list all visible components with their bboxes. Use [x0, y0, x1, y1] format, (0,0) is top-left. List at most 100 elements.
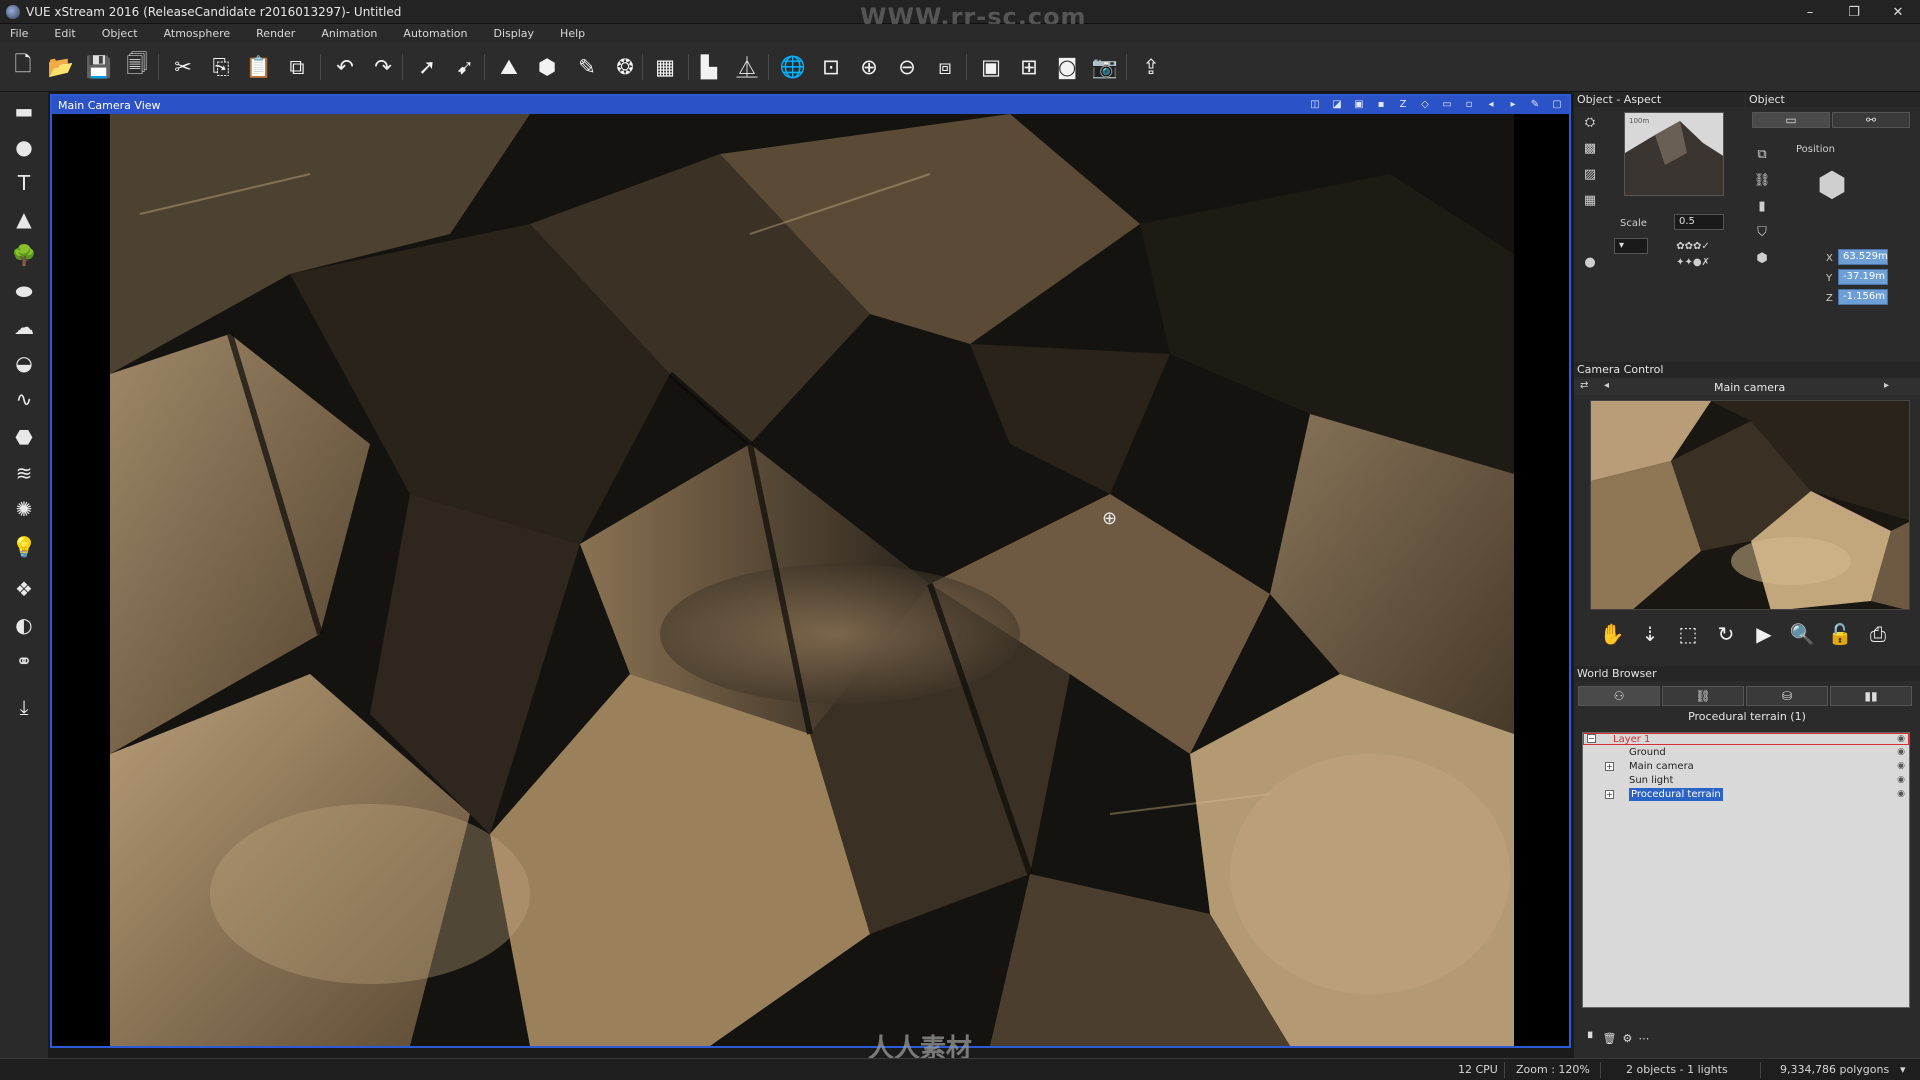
wb-tab-objects[interactable]: ⚇: [1578, 686, 1660, 706]
zoom-out-icon[interactable]: ⊖: [892, 52, 922, 82]
sphere-preview-icon[interactable]: ●: [1580, 252, 1600, 272]
material-preview[interactable]: 100m: [1624, 112, 1724, 196]
camera-prev-icon[interactable]: ◂: [1604, 380, 1609, 391]
select-icon[interactable]: ➚: [412, 52, 442, 82]
cut-icon[interactable]: ✂: [168, 52, 198, 82]
tree-ground[interactable]: Ground: [1629, 746, 1666, 759]
position-y-field[interactable]: -37.19m: [1838, 269, 1888, 285]
terrain-render[interactable]: [110, 114, 1514, 1046]
minimize-button[interactable]: –: [1788, 0, 1832, 24]
status-dropdown-icon[interactable]: ▾: [1900, 1063, 1906, 1076]
camera-preview[interactable]: [1590, 400, 1910, 610]
restore-button[interactable]: ❐: [1832, 0, 1876, 24]
camera-next-icon[interactable]: ▸: [1884, 380, 1889, 391]
viewport-option-icon[interactable]: Z: [1395, 98, 1411, 112]
menu-display[interactable]: Display: [494, 27, 535, 40]
new-file-icon[interactable]: 🗋: [8, 52, 38, 82]
mirror-icon[interactable]: ⏅: [732, 52, 762, 82]
paste-icon[interactable]: 📋: [244, 52, 274, 82]
viewport-option-icon[interactable]: ◇: [1417, 98, 1433, 112]
main-camera-viewport[interactable]: Main Camera View ◫ ◪ ▣ ▪ Z ◇ ▭ ▫ ◂ ▸ ✎ ▢: [50, 94, 1571, 1048]
numerics-icon[interactable]: ⧉: [1752, 144, 1772, 164]
select-multiple-icon[interactable]: ➹: [450, 52, 480, 82]
export-icon[interactable]: ⇪: [1136, 52, 1166, 82]
ground-visibility-icon[interactable]: ◉: [1897, 747, 1905, 757]
close-button[interactable]: ✕: [1876, 0, 1920, 24]
rotate-icon[interactable]: ↻: [1712, 620, 1740, 648]
menu-object[interactable]: Object: [102, 27, 138, 40]
tree-main-camera[interactable]: Main camera: [1629, 760, 1694, 773]
menu-help[interactable]: Help: [560, 27, 585, 40]
copy-icon[interactable]: ⎘: [206, 52, 236, 82]
redo-icon[interactable]: ↷: [368, 52, 398, 82]
viewport-option-icon[interactable]: ◫: [1307, 98, 1323, 112]
metablob-icon[interactable]: ⚭: [9, 646, 39, 676]
copy-object-icon[interactable]: ▮: [1752, 196, 1772, 216]
scale-field[interactable]: 0.5: [1674, 214, 1724, 230]
zoom-in-icon[interactable]: ⊕: [854, 52, 884, 82]
save-icon[interactable]: 💾: [84, 52, 114, 82]
new-layer-icon[interactable]: ▘: [1588, 1032, 1596, 1045]
position-z-field[interactable]: -1.156m: [1838, 289, 1888, 305]
delete-icon[interactable]: 🗑: [1602, 1032, 1616, 1045]
wb-tab-links[interactable]: ⛓: [1662, 686, 1744, 706]
position-gizmo-icon[interactable]: ⬢: [1802, 156, 1862, 214]
object-tab-position[interactable]: ▭: [1752, 112, 1830, 128]
plant-icon[interactable]: 🌳: [9, 240, 39, 270]
more-options-icon[interactable]: ⋯: [1638, 1032, 1649, 1045]
terrain-expand-icon[interactable]: +: [1605, 790, 1614, 799]
layer-visibility-icon[interactable]: ◉: [1897, 734, 1905, 744]
undo-icon[interactable]: ↶: [330, 52, 360, 82]
align-icon[interactable]: ▙: [694, 52, 724, 82]
planet-icon[interactable]: ◒: [9, 348, 39, 378]
rock-icon[interactable]: ⬬: [9, 276, 39, 306]
ecosystem-icon[interactable]: ▦: [650, 52, 680, 82]
viewport-option-icon[interactable]: ▪: [1373, 98, 1389, 112]
camera-zoom-icon[interactable]: 🔍: [1788, 620, 1816, 648]
duplicate-icon[interactable]: ⧉: [282, 52, 312, 82]
mapping-dropdown[interactable]: ▾: [1614, 238, 1648, 254]
cloud-icon[interactable]: ☁: [9, 312, 39, 342]
zoom-fit-icon[interactable]: ⊡: [816, 52, 846, 82]
viewport-option-icon[interactable]: ◂: [1483, 98, 1499, 112]
terrain-icon[interactable]: ▲: [9, 204, 39, 234]
viewport-option-icon[interactable]: ▫: [1461, 98, 1477, 112]
link-icon[interactable]: ⛓: [1752, 170, 1772, 190]
menu-animation[interactable]: Animation: [321, 27, 377, 40]
wb-tab-materials[interactable]: ⛁: [1746, 686, 1828, 706]
render-area-icon[interactable]: ▣: [976, 52, 1006, 82]
sphere-icon[interactable]: ●: [9, 132, 39, 162]
menu-render[interactable]: Render: [256, 27, 295, 40]
camera-selector[interactable]: ⇄ ◂ Main camera ▸: [1574, 379, 1920, 395]
camera-expand-icon[interactable]: +: [1605, 762, 1614, 771]
camera-snapshot-icon[interactable]: ⎙: [1864, 620, 1892, 648]
camera-swap-icon[interactable]: ⇄: [1580, 380, 1588, 391]
material-flags-icon[interactable]: ✦✦●✗: [1658, 252, 1728, 272]
tree-procedural-terrain[interactable]: Procedural terrain: [1629, 788, 1723, 801]
menu-automation[interactable]: Automation: [403, 27, 467, 40]
fan-icon[interactable]: ✺: [9, 494, 39, 524]
text-icon[interactable]: T: [9, 168, 39, 198]
settings-icon[interactable]: ⚙: [1622, 1032, 1632, 1045]
render-camera-icon[interactable]: 📷: [1090, 52, 1120, 82]
material-editor-icon[interactable]: ✎: [572, 52, 602, 82]
open-file-icon[interactable]: 📂: [46, 52, 76, 82]
texture-icon[interactable]: ▦: [1580, 190, 1600, 210]
wind-icon[interactable]: ≋: [9, 458, 39, 488]
globe-icon[interactable]: 🌐: [778, 52, 808, 82]
play-icon[interactable]: ▶: [1750, 620, 1778, 648]
object-editor-icon[interactable]: ⬢: [532, 52, 562, 82]
shield-icon[interactable]: ⛉: [1752, 222, 1772, 242]
viewport-option-icon[interactable]: ✎: [1527, 98, 1543, 112]
boolean-icon[interactable]: ◐: [9, 610, 39, 640]
viewport-option-icon[interactable]: ▸: [1505, 98, 1521, 112]
viewport-option-icon[interactable]: ▣: [1351, 98, 1367, 112]
position-x-field[interactable]: 63.529m: [1838, 249, 1888, 265]
tree-layer-1[interactable]: Layer 1: [1613, 733, 1650, 746]
pan-hand-icon[interactable]: ✋: [1598, 620, 1626, 648]
material-library-icon[interactable]: ❂: [610, 52, 640, 82]
menu-atmosphere[interactable]: Atmosphere: [164, 27, 231, 40]
camera-visibility-icon[interactable]: ◉: [1897, 761, 1905, 771]
layer-expand-icon[interactable]: −: [1587, 734, 1596, 743]
viewport-option-icon[interactable]: ▢: [1549, 98, 1565, 112]
